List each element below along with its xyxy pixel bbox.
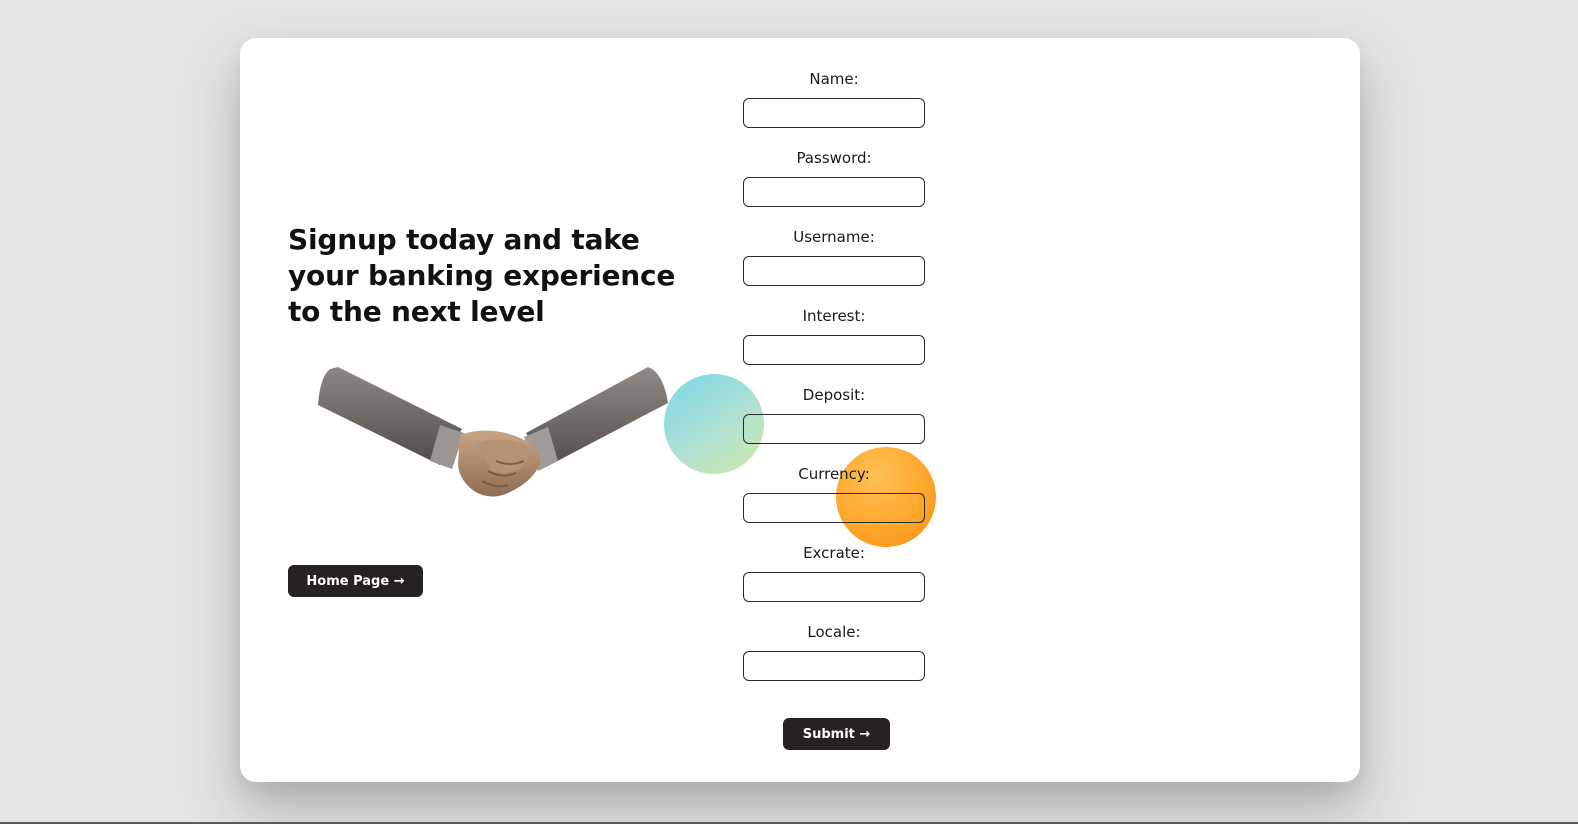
excrate-field-group: Excrate:: [743, 542, 925, 621]
username-field-group: Username:: [743, 226, 925, 305]
deposit-label: Deposit:: [802, 386, 866, 404]
password-input[interactable]: [743, 177, 925, 207]
excrate-input[interactable]: [743, 572, 925, 602]
username-label: Username:: [793, 228, 875, 246]
name-input[interactable]: [743, 98, 925, 128]
password-label: Password:: [796, 149, 872, 167]
deposit-field-group: Deposit:: [743, 384, 925, 463]
password-field-group: Password:: [743, 147, 925, 226]
name-field-group: Name:: [743, 68, 925, 147]
interest-label: Interest:: [802, 307, 866, 325]
name-label: Name:: [809, 70, 859, 88]
home-page-button[interactable]: Home Page →: [288, 565, 423, 597]
deposit-input[interactable]: [743, 414, 925, 444]
excrate-label: Excrate:: [803, 544, 865, 562]
locale-input[interactable]: [743, 651, 925, 681]
submit-button[interactable]: Submit →: [783, 718, 890, 750]
currency-field-group: Currency:: [743, 463, 925, 542]
locale-field-group: Locale:: [743, 621, 925, 700]
handshake-illustration: [318, 367, 668, 497]
page: Signup today and take your banking exper…: [0, 0, 1578, 824]
currency-label: Currency:: [798, 465, 870, 483]
interest-field-group: Interest:: [743, 305, 925, 384]
hero-headline: Signup today and take your banking exper…: [288, 223, 676, 328]
signup-form: Name: Password: Username: Interest: Depo…: [743, 68, 925, 700]
signup-card: Signup today and take your banking exper…: [240, 38, 1360, 782]
currency-input[interactable]: [743, 493, 925, 523]
locale-label: Locale:: [807, 623, 861, 641]
username-input[interactable]: [743, 256, 925, 286]
interest-input[interactable]: [743, 335, 925, 365]
